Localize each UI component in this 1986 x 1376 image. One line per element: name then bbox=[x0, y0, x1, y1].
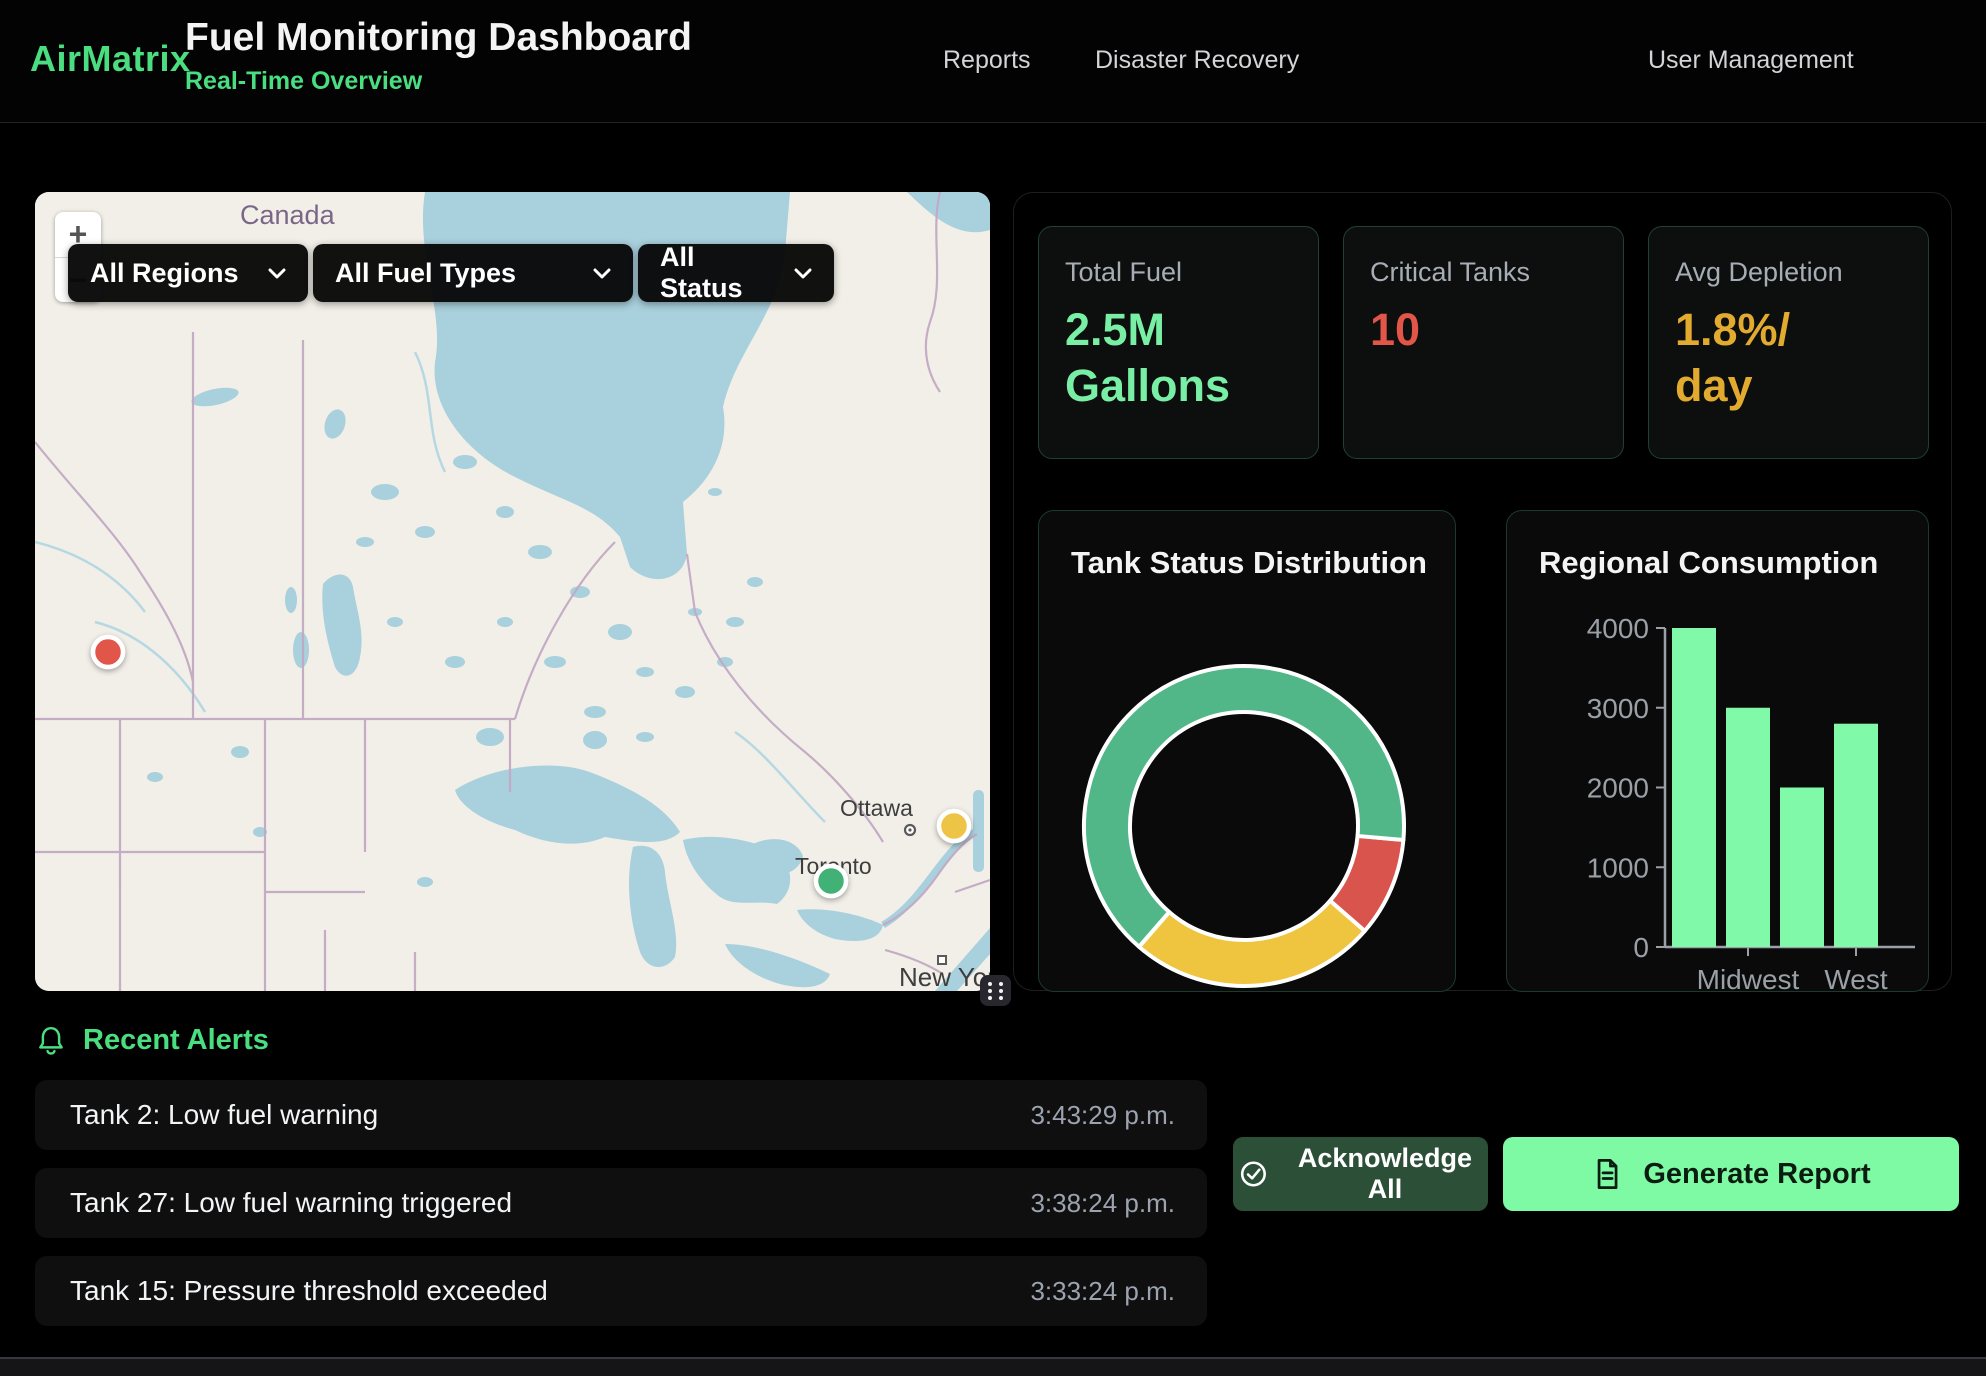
stat-card-total-fuel: Total Fuel 2.5M Gallons bbox=[1038, 226, 1319, 459]
alert-message: Tank 2: Low fuel warning bbox=[70, 1099, 378, 1131]
nav-item-user-management[interactable]: User Management bbox=[1648, 46, 1854, 75]
tank-status-donut-chart bbox=[1039, 511, 1457, 993]
nav-item-disaster-recovery[interactable]: Disaster Recovery bbox=[1095, 46, 1299, 75]
nav-item-reports[interactable]: Reports bbox=[943, 46, 1031, 75]
alert-row: Tank 27: Low fuel warning triggered 3:38… bbox=[35, 1168, 1207, 1238]
page-title: Fuel Monitoring Dashboard bbox=[185, 16, 692, 61]
alert-timestamp: 3:33:24 p.m. bbox=[1030, 1276, 1175, 1307]
stat-label: Total Fuel bbox=[1065, 257, 1292, 288]
alert-message: Tank 15: Pressure threshold exceeded bbox=[70, 1275, 548, 1307]
y-axis-tick-label: 3000 bbox=[1587, 693, 1649, 724]
new-york-town-icon bbox=[938, 956, 946, 964]
fuel-type-filter-value: All Fuel Types bbox=[335, 258, 516, 289]
stat-card-critical-tanks: Critical Tanks 10 bbox=[1343, 226, 1624, 459]
stat-value: 10 bbox=[1370, 302, 1597, 358]
alert-row: Tank 2: Low fuel warning 3:43:29 p.m. bbox=[35, 1080, 1207, 1150]
map-resize-handle[interactable] bbox=[980, 975, 1011, 1006]
y-axis-tick-label: 2000 bbox=[1587, 773, 1649, 804]
recent-alerts-title: Recent Alerts bbox=[83, 1024, 269, 1057]
bar-region-1 bbox=[1726, 708, 1770, 947]
title-block: Fuel Monitoring Dashboard Real-Time Over… bbox=[185, 16, 692, 96]
alert-row: Tank 15: Pressure threshold exceeded 3:3… bbox=[35, 1256, 1207, 1326]
map-label-country: Canada bbox=[240, 200, 336, 230]
alert-timestamp: 3:43:29 p.m. bbox=[1030, 1100, 1175, 1131]
regional-consumption-bar-chart: 0 1000 2000 3000 4000 Midwest West bbox=[1507, 511, 1930, 993]
y-axis-tick-label: 4000 bbox=[1587, 613, 1649, 644]
bar-region-0 bbox=[1672, 628, 1716, 947]
tank-marker-warning[interactable] bbox=[939, 811, 969, 841]
map-canvas[interactable]: Canada Ottawa Toronto New York bbox=[35, 192, 990, 991]
fuel-type-filter-dropdown[interactable]: All Fuel Types bbox=[313, 244, 633, 302]
bar-region-2 bbox=[1780, 788, 1824, 948]
dashboard-panel: Total Fuel 2.5M Gallons Critical Tanks 1… bbox=[1013, 192, 1952, 991]
chevron-down-icon bbox=[268, 268, 286, 279]
x-axis-tick-label: Midwest bbox=[1697, 964, 1800, 993]
y-axis-tick-label: 1000 bbox=[1587, 852, 1649, 883]
page-subtitle: Real-Time Overview bbox=[185, 67, 692, 96]
chevron-down-icon bbox=[593, 268, 611, 279]
header: AirMatrix Fuel Monitoring Dashboard Real… bbox=[0, 0, 1986, 123]
acknowledge-all-label: Acknowledge All bbox=[1288, 1143, 1482, 1205]
map-label-ottawa: Ottawa bbox=[840, 795, 913, 821]
map-container: Canada Ottawa Toronto New York + − All R… bbox=[35, 192, 990, 991]
acknowledge-all-button[interactable]: Acknowledge All bbox=[1233, 1137, 1488, 1211]
window-bottom-strip bbox=[0, 1359, 1986, 1376]
bar-region-3 bbox=[1834, 724, 1878, 947]
tank-status-chart-card: Tank Status Distribution bbox=[1038, 510, 1456, 992]
chevron-down-icon bbox=[794, 268, 812, 279]
alert-message: Tank 27: Low fuel warning triggered bbox=[70, 1187, 512, 1219]
ottawa-town-dot bbox=[908, 828, 911, 831]
stat-card-avg-depletion: Avg Depletion 1.8%/ day bbox=[1648, 226, 1929, 459]
recent-alerts-header: Recent Alerts bbox=[37, 1024, 269, 1057]
document-icon bbox=[1591, 1157, 1623, 1191]
y-axis-tick-label: 0 bbox=[1633, 932, 1649, 963]
generate-report-button[interactable]: Generate Report bbox=[1503, 1137, 1959, 1211]
donut-segment-warning bbox=[1139, 901, 1365, 986]
region-filter-dropdown[interactable]: All Regions bbox=[68, 244, 308, 302]
status-filter-dropdown[interactable]: All Status bbox=[638, 244, 834, 302]
tank-marker-critical[interactable] bbox=[93, 637, 123, 667]
stat-value: 1.8%/ day bbox=[1675, 302, 1902, 415]
check-circle-icon bbox=[1239, 1158, 1268, 1190]
alert-timestamp: 3:38:24 p.m. bbox=[1030, 1188, 1175, 1219]
regional-consumption-chart-card: Regional Consumption 01000200030004000Mi… bbox=[1506, 510, 1929, 992]
region-filter-value: All Regions bbox=[90, 258, 239, 289]
generate-report-label: Generate Report bbox=[1643, 1158, 1870, 1191]
status-filter-value: All Status bbox=[660, 242, 776, 304]
stat-value: 2.5M Gallons bbox=[1065, 302, 1292, 415]
map-label-new-york: New York bbox=[899, 962, 990, 991]
stat-label: Avg Depletion bbox=[1675, 257, 1902, 288]
tank-marker-normal[interactable] bbox=[816, 866, 846, 896]
app-logo: AirMatrix bbox=[30, 38, 191, 80]
bell-icon bbox=[37, 1025, 65, 1057]
x-axis-tick-label: West bbox=[1824, 964, 1887, 993]
stat-label: Critical Tanks bbox=[1370, 257, 1597, 288]
